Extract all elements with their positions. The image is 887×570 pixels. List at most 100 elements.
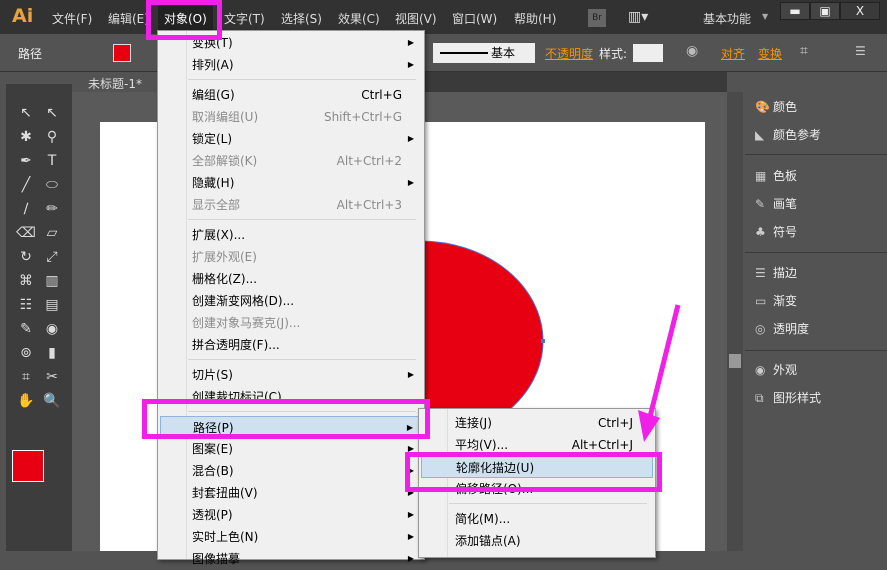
tool-button[interactable]: T [40,150,64,172]
menu-item-shortcut: Alt+Ctrl+2 [336,154,402,168]
gradient-icon: ▭ [755,294,767,308]
menu-separator [188,79,416,80]
panel-stroke[interactable]: ☰ 描边 [755,264,797,281]
tool-button[interactable]: ◉ [40,318,64,340]
panel-color-guide[interactable]: ◣ 颜色参考 [755,126,821,143]
panel-symbol[interactable]: ♣ 符号 [755,223,797,240]
menu-item[interactable]: 透视(P) ▶ [160,504,422,526]
menu-item: 显示全部 Alt+Ctrl+3 [160,194,422,216]
tool-button[interactable]: ✂ [40,366,64,388]
panel-label: 符号 [773,225,798,239]
menu-item-label: 扩展外观(E) [192,250,257,264]
tool-button[interactable]: ☷ [14,294,38,316]
menu-item-label: 添加锚点(A) [455,534,521,548]
menu-item-label: 创建对象马赛克(J)... [192,316,301,330]
panel-label: 透明度 [773,322,810,336]
tool-button[interactable]: ✒ [14,150,38,172]
appearance-icon: ◉ [755,363,766,377]
tool-button[interactable]: ↻ [14,246,38,268]
tool-button[interactable]: ▥ [40,270,64,292]
menu-item-shortcut: Ctrl+J [598,416,633,430]
fill-color-box[interactable] [12,450,44,482]
tool-button[interactable]: ▮ [40,342,64,364]
menu-item[interactable]: 添加锚点(A) [421,530,653,552]
menu-separator [449,503,647,504]
symbol-icon: ♣ [755,225,766,239]
menu-item[interactable]: 拼合透明度(F)... [160,334,422,356]
menu-item-label: 图像描摹 [192,552,241,566]
tool-button[interactable]: ↖ [14,102,38,124]
tool-button[interactable]: ⌫ [14,222,38,244]
panel-label: 图形样式 [773,391,822,405]
menu-item-shortcut: Ctrl+G [361,88,402,102]
submenu-arrow-icon: ▶ [407,554,414,563]
menu-item[interactable]: 封套扭曲(V) ▶ [160,482,422,504]
tool-button[interactable]: 🔍 [40,390,64,412]
menu-separator [188,219,416,220]
panel-palette[interactable]: 🎨 颜色 [755,98,797,115]
tool-button[interactable]: ⌗ [14,366,38,388]
transparency-icon: ◎ [755,322,766,336]
tool-button[interactable]: ✏ [40,198,64,220]
menu-item-label: 简化(M)... [455,512,511,526]
menu-item[interactable]: 图像描摹 ▶ [160,548,422,570]
submenu-arrow-icon: ▶ [407,510,414,519]
menu-item[interactable]: 创建渐变网格(D)... [160,290,422,312]
menu-item[interactable]: 图案(E) ▶ [160,438,422,460]
menu-item[interactable]: 锁定(L) ▶ [160,128,422,150]
tool-button[interactable]: ✋ [14,390,38,412]
tool-button[interactable]: ⌘ [14,270,38,292]
tool-button[interactable]: ⤢ [40,246,64,268]
menu-item[interactable]: 混合(B) ▶ [160,460,422,482]
panel-swatches[interactable]: ▦ 色板 [755,167,797,184]
panel-graphic-styles[interactable]: ⧉ 图形样式 [755,389,821,406]
tool-button[interactable]: ⚲ [40,126,64,148]
tool-button[interactable]: ↖ [40,102,64,124]
panel-divider [745,350,887,351]
menu-item[interactable]: 扩展(X)... [160,224,422,246]
menu-item[interactable]: 编组(G) Ctrl+G [160,84,422,106]
panel-label: 渐变 [773,294,798,308]
menu-item[interactable]: 排列(A) ▶ [160,54,422,76]
highlight-box-path-item [142,399,430,439]
menu-item-label: 封套扭曲(V) [192,486,258,500]
tool-button[interactable]: ▤ [40,294,64,316]
highlight-box-object-menu [146,0,222,40]
graphic-styles-icon: ⧉ [755,391,764,405]
panel-gradient[interactable]: ▭ 渐变 [755,292,797,309]
tool-button[interactable]: ✎ [14,318,38,340]
panel-appearance[interactable]: ◉ 外观 [755,361,797,378]
menu-item-label: 创建渐变网格(D)... [192,294,295,308]
menu-item: 取消编组(U) Shift+Ctrl+G [160,106,422,128]
menu-item[interactable]: 简化(M)... [421,508,653,530]
tool-button[interactable]: ⬭ [40,174,64,196]
menu-item-label: 全部解锁(K) [192,154,258,168]
swatches-icon: ▦ [755,169,767,183]
submenu-arrow-icon: ▶ [407,60,414,69]
menu-item-label: 混合(B) [192,464,234,478]
vertical-scrollbar[interactable] [727,92,743,551]
menu-item[interactable]: 隐藏(H) ▶ [160,172,422,194]
menu-item[interactable]: 切片(S) ▶ [160,364,422,386]
tool-button[interactable]: ╱ [14,174,38,196]
panel-label: 描边 [773,266,798,280]
tool-button[interactable]: ⊚ [14,342,38,364]
tool-button[interactable]: ✱ [14,126,38,148]
menu-item-label: 隐藏(H) [192,176,235,190]
menu-item[interactable]: 栅格化(Z)... [160,268,422,290]
panel-label: 画笔 [773,197,798,211]
menu-item-label: 连接(J) [455,416,492,430]
tool-button[interactable]: ∕ [14,198,38,220]
right-panel-dock: 🎨 颜色 ◣ 颜色参考 ▦ 色板 ✎ 画笔 ♣ 符号 ☰ 描边 ▭ 渐变 ◎ 透明度 ◉ 外观 ⧉ 图形样式 [745,84,887,551]
menu-separator [188,359,416,360]
panel-label: 色板 [773,169,798,183]
menu-item-shortcut: Alt+Ctrl+3 [336,198,402,212]
menu-item-label: 透视(P) [192,508,233,522]
panel-brush[interactable]: ✎ 画笔 [755,195,797,212]
panel-transparency[interactable]: ◎ 透明度 [755,320,809,337]
menu-item: 扩展外观(E) [160,246,422,268]
menu-item[interactable]: 连接(J) Ctrl+J [421,412,653,434]
tool-button[interactable]: ▱ [40,222,64,244]
scroll-thumb[interactable] [729,354,741,368]
menu-item[interactable]: 实时上色(N) ▶ [160,526,422,548]
